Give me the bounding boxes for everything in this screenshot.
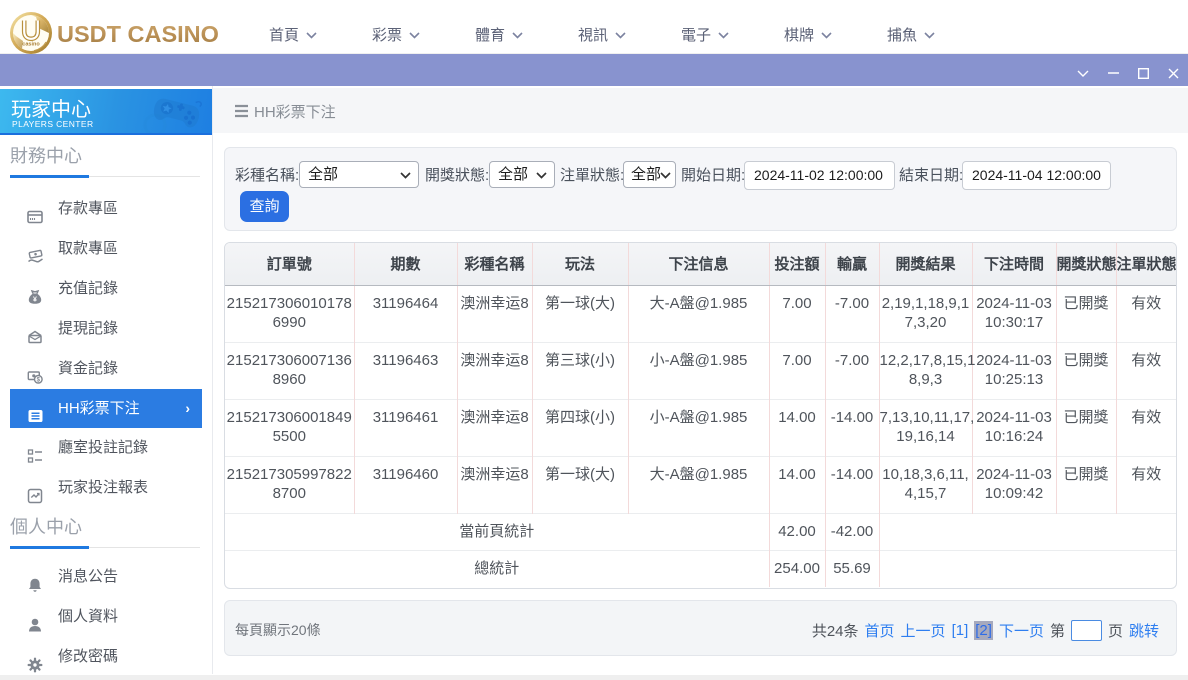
svg-text:USDT CASINO: USDT CASINO (57, 21, 219, 47)
svg-text:casino: casino (22, 42, 40, 48)
svg-text:¥: ¥ (33, 296, 37, 303)
